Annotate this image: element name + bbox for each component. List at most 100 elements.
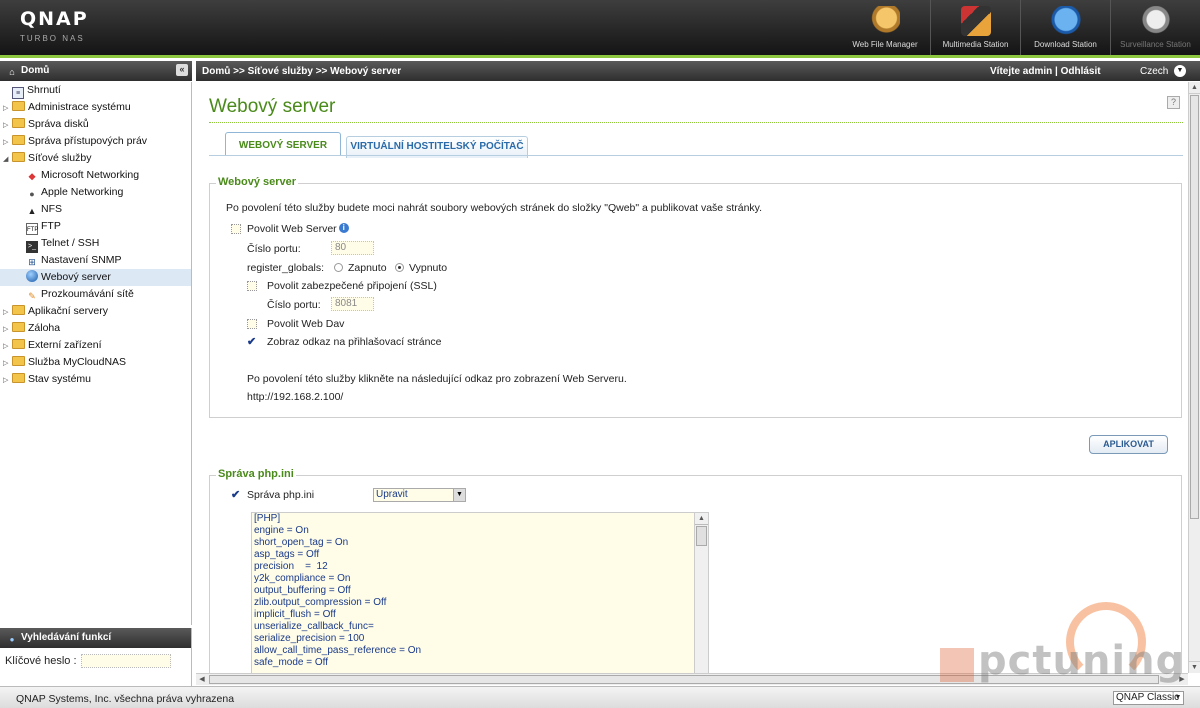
- enable-web-server-label: Povolit Web Server i: [247, 223, 349, 235]
- sidebar-item-disk-management[interactable]: ▷ Správa disků: [0, 116, 191, 133]
- collapse-icon[interactable]: ◢: [3, 151, 12, 168]
- expand-icon[interactable]: ▷: [3, 117, 12, 134]
- sidebar-item-label: Správa disků: [28, 118, 89, 130]
- expand-icon[interactable]: ▷: [3, 321, 12, 338]
- multimedia-station-button[interactable]: Multimedia Station: [930, 0, 1020, 55]
- sidebar-item-microsoft-networking[interactable]: ❖ Microsoft Networking: [0, 167, 191, 184]
- register-globals-off-radio[interactable]: [395, 263, 404, 272]
- enable-ssl-label: Povolit zabezpečené připojení (SSL): [267, 280, 437, 292]
- keyword-label: Klíčové heslo :: [5, 654, 77, 667]
- sidebar-item-label: Administrace systému: [28, 101, 131, 113]
- scroll-right-icon[interactable]: ▶: [1176, 674, 1188, 685]
- sidebar-item-system-status[interactable]: ▷ Stav systému: [0, 371, 191, 388]
- chevron-down-icon[interactable]: ▼: [1174, 65, 1186, 77]
- show-link-label: Zobraz odkaz na přihlašovací stránce: [267, 336, 442, 348]
- expand-icon[interactable]: ▷: [3, 100, 12, 117]
- php-ini-editor[interactable]: [PHP] engine = On short_open_tag = On as…: [251, 512, 709, 673]
- web-server-url[interactable]: http://192.168.2.100/: [247, 391, 343, 403]
- home-icon: ⌂: [9, 67, 15, 77]
- sidebar-item-label: Správa přístupových práv: [28, 135, 148, 147]
- php-ini-mode-select[interactable]: Upravit ▼: [373, 488, 466, 502]
- breadcrumb-bar: Domů >> Síťové služby >> Webový server V…: [196, 61, 1200, 81]
- function-search-title: Vyhledávání funkcí: [21, 632, 112, 643]
- sidebar-item-label: Webový server: [41, 271, 111, 283]
- register-globals-on-radio[interactable]: [334, 263, 343, 272]
- sidebar-item-label: Služba MyCloudNAS: [28, 356, 127, 368]
- logo-text: QNAP: [20, 8, 89, 30]
- enable-ssl-checkbox[interactable]: [247, 281, 257, 291]
- function-search-panel: ● Vyhledávání funkcí Klíčové heslo :: [0, 628, 192, 686]
- sidebar-item-application-servers[interactable]: ▷ Aplikační servery: [0, 303, 191, 320]
- enable-webdav-checkbox[interactable]: [247, 319, 257, 329]
- expand-icon[interactable]: ▷: [3, 355, 12, 372]
- scroll-thumb[interactable]: [696, 526, 707, 546]
- keyword-input[interactable]: [80, 654, 171, 668]
- scroll-down-icon[interactable]: ▼: [1189, 661, 1200, 673]
- collapse-sidebar-button[interactable]: «: [176, 64, 188, 76]
- php-ini-checkbox-label: Správa php.ini: [247, 489, 315, 501]
- ssl-port-input[interactable]: 8081: [331, 297, 374, 311]
- help-icon[interactable]: ?: [1167, 96, 1180, 109]
- sidebar-item-ftp[interactable]: FTP FTP: [0, 218, 191, 235]
- sidebar-item-system-admin[interactable]: ▷ Administrace systému: [0, 99, 191, 116]
- php-ini-legend: Správa php.ini: [216, 468, 296, 480]
- folder-icon: [12, 135, 25, 145]
- ini-line: unserialize_callback_func=: [254, 621, 374, 632]
- port-input[interactable]: 80: [331, 241, 374, 255]
- function-search-row: Klíčové heslo :: [0, 648, 191, 668]
- sidebar-item-network-services[interactable]: ◢ Síťové služby: [0, 150, 191, 167]
- ini-line: [PHP]: [254, 513, 281, 524]
- sidebar-item-summary[interactable]: ≡ Shrnutí: [0, 82, 191, 99]
- web-server-intro: Po povolení této služby budete moci nahr…: [226, 202, 763, 214]
- ini-line: allow_call_time_pass_reference = On: [254, 645, 422, 656]
- download-station-icon: [1050, 6, 1081, 36]
- sidebar-item-label: Microsoft Networking: [41, 169, 140, 181]
- enable-web-server-checkbox[interactable]: [231, 224, 241, 234]
- download-station-button[interactable]: Download Station: [1020, 0, 1110, 55]
- show-link-checkbox[interactable]: ✔: [247, 337, 257, 348]
- expand-icon[interactable]: ▷: [3, 338, 12, 355]
- page-horizontal-scrollbar[interactable]: ◀ ▶: [196, 673, 1188, 685]
- expand-icon[interactable]: ▷: [3, 134, 12, 151]
- sidebar-header: ⌂ Domů «: [0, 61, 192, 81]
- expand-icon[interactable]: ▷: [3, 304, 12, 321]
- sidebar-item-nfs[interactable]: ▲ NFS: [0, 201, 191, 218]
- info-icon[interactable]: i: [338, 223, 349, 233]
- link-intro: Po povolení této služby klikněte na násl…: [247, 373, 627, 385]
- language-label[interactable]: Czech: [1140, 66, 1168, 77]
- scroll-up-icon[interactable]: ▲: [1189, 82, 1200, 94]
- sidebar-item-label: Apple Networking: [41, 186, 124, 198]
- theme-select[interactable]: QNAP Classic ▼: [1113, 691, 1184, 705]
- sidebar-item-access-rights[interactable]: ▷ Správa přístupových práv: [0, 133, 191, 150]
- sidebar-item-backup[interactable]: ▷ Záloha: [0, 320, 191, 337]
- tab-web-server[interactable]: WEBOVÝ SERVER: [225, 132, 341, 156]
- page-vertical-scrollbar[interactable]: ▲ ▼: [1188, 82, 1200, 673]
- sidebar-item-web-server[interactable]: Webový server: [0, 269, 191, 286]
- scroll-left-icon[interactable]: ◀: [196, 674, 208, 685]
- sidebar-item-telnet-ssh[interactable]: >_ Telnet / SSH: [0, 235, 191, 253]
- ini-line: zlib.output_compression = Off: [254, 597, 387, 608]
- sidebar-item-snmp[interactable]: ⊞ Nastavení SNMP: [0, 252, 191, 269]
- logo-subtitle: TURBO NAS: [20, 34, 85, 43]
- breadcrumb[interactable]: Domů >> Síťové služby >> Webový server: [202, 66, 401, 77]
- sidebar-item-external-devices[interactable]: ▷ Externí zařízení: [0, 337, 191, 354]
- expand-icon[interactable]: ▷: [3, 372, 12, 389]
- scroll-thumb[interactable]: [1190, 95, 1199, 519]
- surveillance-station-button[interactable]: Surveillance Station: [1110, 0, 1200, 55]
- sidebar-item-label: Stav systému: [28, 373, 92, 385]
- ini-scrollbar[interactable]: ▲: [694, 513, 708, 673]
- sidebar-item-label: Aplikační servery: [28, 305, 108, 317]
- sidebar-item-apple-networking[interactable]: ● Apple Networking: [0, 184, 191, 201]
- summary-icon: ≡: [12, 87, 24, 99]
- qnap-logo[interactable]: QNAP TURBO NAS: [20, 8, 89, 43]
- sidebar-item-mycloudnas[interactable]: ▷ Služba MyCloudNAS: [0, 354, 191, 371]
- scroll-up-icon[interactable]: ▲: [695, 513, 708, 525]
- sidebar-item-network-discovery[interactable]: ✎ Prozkoumávání sítě: [0, 286, 191, 303]
- ini-line: precision = 12: [254, 561, 328, 572]
- apply-button[interactable]: APLIKOVAT: [1089, 435, 1168, 454]
- enable-webdav-label: Povolit Web Dav: [267, 318, 345, 330]
- scroll-thumb[interactable]: [209, 675, 1159, 684]
- welcome-logout-link[interactable]: Vítejte admin | Odhlásit: [990, 66, 1101, 77]
- php-ini-checkbox[interactable]: ✔: [231, 490, 241, 501]
- web-file-manager-button[interactable]: Web File Manager: [840, 0, 930, 55]
